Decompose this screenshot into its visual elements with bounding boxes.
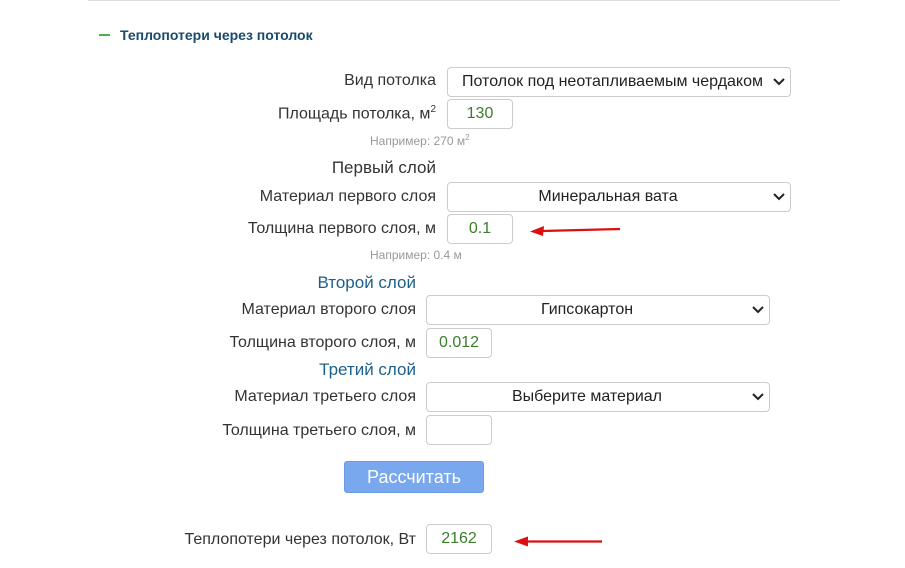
chevron-down-icon <box>768 78 790 86</box>
layer1-thickness-hint: Например: 0.4 м <box>370 248 462 262</box>
layer2-material-select[interactable]: Гипсокартон <box>426 295 770 325</box>
result-label: Теплопотери через потолок, Вт <box>184 531 416 548</box>
layer2-material-label: Материал второго слоя <box>241 301 416 318</box>
ceiling-area-input[interactable]: 130 <box>447 99 513 129</box>
ceiling-type-select[interactable]: Потолок под неотапливаемым чердаком <box>447 67 791 97</box>
chevron-down-icon <box>747 393 769 401</box>
layer2-material-value: Гипсокартон <box>540 301 634 318</box>
result-value: 2162 <box>426 524 492 554</box>
layer1-material-label: Материал первого слоя <box>259 188 436 205</box>
layer1-title: Первый слой <box>331 158 436 177</box>
ceiling-area-hint: Например: 270 м2 <box>370 133 470 148</box>
layer3-thickness-label: Толщина третьего слоя, м <box>222 422 416 439</box>
layer1-thickness-input[interactable]: 0.1 <box>447 214 513 244</box>
top-divider <box>88 0 840 1</box>
layer3-material-label: Материал третьего слоя <box>234 388 416 405</box>
ceiling-type-label: Вид потолка <box>344 72 436 89</box>
collapse-dash-icon[interactable] <box>99 34 110 36</box>
layer3-material-select[interactable]: Выберите материал <box>426 382 770 412</box>
layer2-title: Второй слой <box>317 273 416 292</box>
chevron-down-icon <box>768 193 790 201</box>
layer2-thickness-label: Толщина второго слоя, м <box>229 334 416 351</box>
layer3-title: Третий слой <box>319 360 416 379</box>
red-arrow-icon <box>514 536 602 547</box>
ceiling-type-value: Потолок под неотапливаемым чердаком <box>462 73 763 90</box>
red-arrow-icon <box>530 226 621 236</box>
layer1-material-select[interactable]: Минеральная вата <box>447 182 791 212</box>
layer1-material-value: Минеральная вата <box>538 188 678 205</box>
ceiling-area-label: Площадь потолка, м2 <box>277 104 436 123</box>
layer3-material-value: Выберите материал <box>511 388 663 405</box>
layer2-thickness-input[interactable]: 0.012 <box>426 328 492 358</box>
section-header[interactable]: Теплопотери через потолок <box>99 27 313 43</box>
layer1-thickness-label: Толщина первого слоя, м <box>247 220 436 237</box>
layer3-thickness-input[interactable] <box>426 415 492 445</box>
section-title: Теплопотери через потолок <box>120 27 313 43</box>
calculate-button[interactable]: Рассчитать <box>344 461 484 493</box>
chevron-down-icon <box>747 306 769 314</box>
